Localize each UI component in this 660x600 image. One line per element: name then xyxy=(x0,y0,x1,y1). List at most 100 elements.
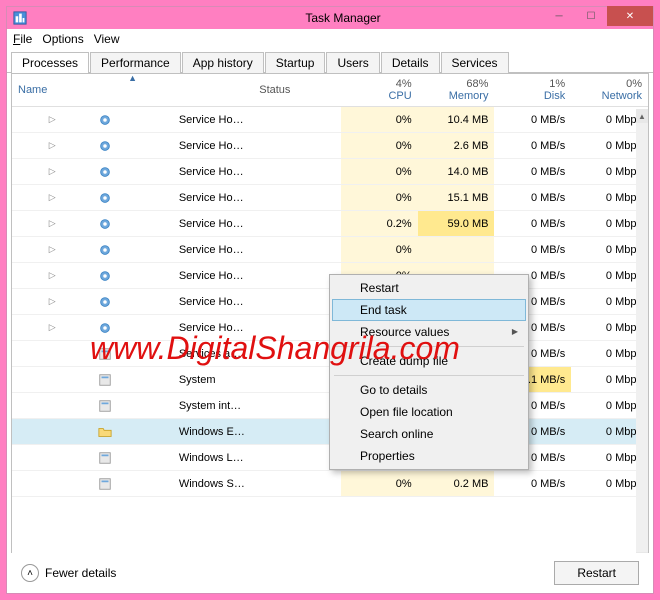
close-button[interactable]: ✕ xyxy=(607,6,653,26)
tab-app-history[interactable]: App history xyxy=(182,52,264,73)
expand-icon[interactable]: ▷ xyxy=(12,315,92,341)
process-name: System xyxy=(173,367,253,393)
sort-asc-icon: ▲ xyxy=(128,73,137,83)
expand-icon[interactable]: ▷ xyxy=(12,263,92,289)
process-icon xyxy=(92,341,172,367)
expand-icon[interactable]: ▷ xyxy=(12,289,92,315)
menu-item-create-dump-file[interactable]: Create dump file xyxy=(332,350,526,372)
cpu-value: 0% xyxy=(341,471,418,497)
menu-item-go-to-details[interactable]: Go to details xyxy=(332,379,526,401)
tab-services[interactable]: Services xyxy=(441,52,509,73)
process-status xyxy=(253,159,341,185)
table-row[interactable]: ▷Service Host: Local Service (No ...0%14… xyxy=(12,159,648,185)
cpu-value: 0% xyxy=(341,107,418,133)
process-icon xyxy=(92,263,172,289)
process-icon xyxy=(92,367,172,393)
table-row[interactable]: ▷Service Host: Network Service (5)0%0 MB… xyxy=(12,237,648,263)
process-status xyxy=(253,107,341,133)
menu-item-end-task[interactable]: End task xyxy=(332,299,526,321)
menu-item-search-online[interactable]: Search online xyxy=(332,423,526,445)
process-name: Service Host: Local Service (No l... xyxy=(173,133,253,159)
restart-button[interactable]: Restart xyxy=(554,561,639,585)
context-menu: RestartEnd taskResource values Create dum… xyxy=(329,274,529,470)
process-status xyxy=(253,419,341,445)
col-network[interactable]: 0%Network xyxy=(571,74,648,107)
memory-value: 59.0 MB xyxy=(418,211,495,237)
menu-item-resource-values[interactable]: Resource values xyxy=(332,321,526,343)
process-icon xyxy=(92,237,172,263)
disk-value: 0 MB/s xyxy=(494,107,571,133)
minimize-button[interactable]: ─ xyxy=(543,6,575,26)
vertical-scrollbar[interactable]: ▲ ▼ xyxy=(636,109,648,566)
table-row[interactable]: ▷Service Host: Local System (Net...0.2%5… xyxy=(12,211,648,237)
process-status xyxy=(253,185,341,211)
menu-file[interactable]: File xyxy=(13,32,32,46)
expand-icon[interactable]: ▷ xyxy=(12,185,92,211)
fewer-details-toggle[interactable]: ˄ Fewer details xyxy=(21,564,116,582)
process-status xyxy=(253,445,341,471)
col-memory[interactable]: 68%Memory xyxy=(418,74,495,107)
process-icon xyxy=(92,419,172,445)
titlebar[interactable]: Task Manager ─ ☐ ✕ xyxy=(7,7,653,29)
process-icon xyxy=(92,133,172,159)
process-status xyxy=(253,315,341,341)
expand-icon[interactable]: ▷ xyxy=(12,211,92,237)
expand-icon[interactable] xyxy=(12,393,92,419)
col-status[interactable]: Status xyxy=(253,74,341,107)
process-name: Windows Explorer xyxy=(173,419,253,445)
process-icon xyxy=(92,185,172,211)
process-icon xyxy=(92,211,172,237)
expand-icon[interactable] xyxy=(12,471,92,497)
app-icon xyxy=(13,11,27,25)
chevron-up-icon: ˄ xyxy=(21,564,39,582)
process-name: Service Host: Windows Image A... xyxy=(173,315,253,341)
tab-users[interactable]: Users xyxy=(326,52,379,73)
process-status xyxy=(253,133,341,159)
table-row[interactable]: Windows Session Manager0%0.2 MB0 MB/s0 M… xyxy=(12,471,648,497)
menu-item-open-file-location[interactable]: Open file location xyxy=(332,401,526,423)
process-status xyxy=(253,263,341,289)
menu-options[interactable]: Options xyxy=(42,32,83,46)
menu-separator xyxy=(334,346,524,347)
tab-performance[interactable]: Performance xyxy=(90,52,181,73)
maximize-button[interactable]: ☐ xyxy=(575,6,607,26)
expand-icon[interactable]: ▷ xyxy=(12,133,92,159)
footer: ˄ Fewer details Restart xyxy=(11,553,649,593)
table-row[interactable]: ▷Service Host: Local Service (No l...0%2… xyxy=(12,133,648,159)
col-name[interactable]: ▲Name xyxy=(12,74,253,107)
menu-item-restart[interactable]: Restart xyxy=(332,277,526,299)
disk-value: 0 MB/s xyxy=(494,211,571,237)
menu-separator xyxy=(334,375,524,376)
tab-startup[interactable]: Startup xyxy=(265,52,326,73)
process-status xyxy=(253,211,341,237)
menu-view[interactable]: View xyxy=(94,32,120,46)
expand-icon[interactable] xyxy=(12,367,92,393)
expand-icon[interactable]: ▷ xyxy=(12,237,92,263)
process-name: Service Host: Remote Procedure... xyxy=(173,289,253,315)
expand-icon[interactable] xyxy=(12,445,92,471)
table-row[interactable]: ▷Service Host: Local Service (Net...0%10… xyxy=(12,107,648,133)
tab-details[interactable]: Details xyxy=(381,52,440,73)
process-name: Services and Controller app xyxy=(173,341,253,367)
expand-icon[interactable]: ▷ xyxy=(12,107,92,133)
process-status xyxy=(253,367,341,393)
col-cpu[interactable]: 4%CPU xyxy=(341,74,418,107)
expand-icon[interactable] xyxy=(12,341,92,367)
memory-value: 15.1 MB xyxy=(418,185,495,211)
col-disk[interactable]: 1%Disk xyxy=(494,74,571,107)
process-icon xyxy=(92,471,172,497)
cpu-value: 0% xyxy=(341,237,418,263)
process-name: Service Host: Local Service (No ... xyxy=(173,159,253,185)
process-status xyxy=(253,237,341,263)
expand-icon[interactable] xyxy=(12,419,92,445)
expand-icon[interactable]: ▷ xyxy=(12,159,92,185)
scroll-up-icon[interactable]: ▲ xyxy=(636,109,648,123)
memory-value: 2.6 MB xyxy=(418,133,495,159)
process-name: Windows Session Manager xyxy=(173,471,253,497)
tab-processes[interactable]: Processes xyxy=(11,52,89,73)
table-row[interactable]: ▷Service Host: Local System (13)0%15.1 M… xyxy=(12,185,648,211)
process-status xyxy=(253,471,341,497)
process-name: System interrupts xyxy=(173,393,253,419)
menu-item-properties[interactable]: Properties xyxy=(332,445,526,467)
process-name: Windows Logon Application xyxy=(173,445,253,471)
